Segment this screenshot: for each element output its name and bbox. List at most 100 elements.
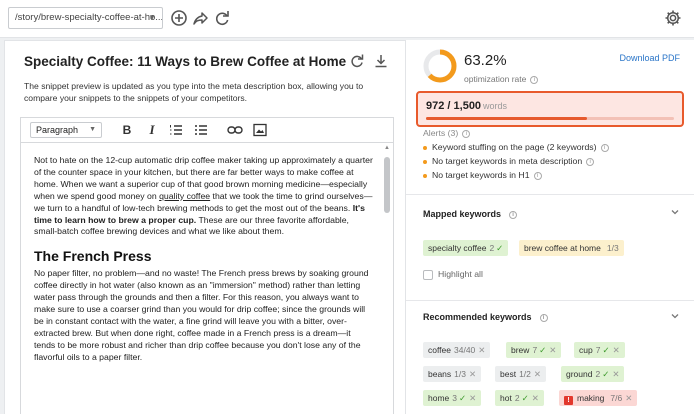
keyword-chip-specialty-coffee[interactable]: specialty coffee 2 ✓	[423, 240, 509, 256]
share-icon[interactable]	[192, 9, 210, 27]
alerts-header-text: Alerts (3)	[423, 128, 459, 138]
close-icon[interactable]: ✕	[534, 369, 541, 379]
optimization-percent: 63.2%	[464, 52, 507, 69]
keyword-chip-ground[interactable]: ground 2 ✓ ✕	[561, 366, 625, 382]
warning-dot-icon	[423, 145, 427, 150]
close-icon[interactable]: ✕	[478, 345, 485, 355]
scrollbar-thumb[interactable]	[384, 157, 390, 213]
keyword-text: ground	[566, 369, 593, 379]
keyword-chip-home[interactable]: home 3 ✓ ✕	[423, 390, 482, 406]
word-count-progress-fill	[426, 117, 587, 120]
keyword-chip-making[interactable]: ! making 7/6 ✕	[559, 390, 638, 406]
paragraph-style-label: Paragraph	[36, 125, 79, 135]
download-pdf-link[interactable]: Download PDF	[619, 53, 680, 63]
keyword-count: 7/6	[610, 393, 623, 403]
keyword-text: beans	[428, 369, 452, 379]
close-icon[interactable]: ✕	[612, 369, 619, 379]
score-ring	[423, 49, 457, 83]
close-icon[interactable]: ✕	[613, 345, 620, 355]
alerts-header[interactable]: Alerts (3) i	[423, 128, 471, 138]
close-icon[interactable]: ✕	[549, 345, 556, 355]
keyword-chip-brew[interactable]: brew 7 ✓ ✕	[506, 342, 562, 358]
keyword-count: 1/2	[519, 369, 531, 379]
info-icon[interactable]: i	[462, 129, 471, 138]
paragraph: Not to hate on the 12-cup automatic drip…	[34, 155, 374, 238]
keyword-count: 2	[514, 393, 520, 403]
optimization-rate-label: optimization rate i	[464, 74, 539, 84]
keyword-count: 2	[595, 369, 601, 379]
scroll-up-arrow-icon[interactable]: ▲	[384, 145, 390, 151]
checkbox[interactable]	[423, 269, 433, 280]
recommended-keywords-section: Recommended keywords i coffee 34/40 ✕ brew 7…	[406, 302, 694, 414]
seo-panel: 63.2% optimization rate i Download PDF 97…	[406, 40, 694, 414]
chevron-down-icon[interactable]	[670, 311, 680, 321]
keyword-chip-best[interactable]: best 1/2 ✕	[495, 366, 547, 382]
image-icon[interactable]	[253, 123, 267, 137]
bullet-list-icon[interactable]	[194, 123, 208, 137]
keyword-chip-brew-coffee-at-home[interactable]: brew coffee at home 1/3	[519, 240, 624, 256]
editor-panel: Specialty Coffee: 11 Ways to Brew Coffee…	[4, 40, 406, 414]
alert-text: No target keywords in meta description	[432, 156, 583, 166]
check-icon: ✓	[602, 369, 610, 379]
check-icon: ✓	[459, 393, 467, 403]
settings-icon[interactable]	[664, 9, 682, 27]
close-icon[interactable]: ✕	[625, 393, 632, 403]
ordered-list-icon[interactable]	[169, 123, 183, 137]
chevron-down-icon: ▼	[89, 126, 96, 133]
paragraph: No paper filter, no problem—and no waste…	[34, 268, 369, 362]
close-icon[interactable]: ✕	[469, 369, 476, 379]
download-icon[interactable]	[373, 53, 389, 69]
keyword-count: 1/3	[454, 369, 466, 379]
chevron-down-icon: ▼	[148, 13, 156, 22]
info-icon[interactable]: i	[586, 157, 595, 166]
warning-dot-icon	[423, 173, 427, 178]
page-title: Specialty Coffee: 11 Ways to Brew Coffee…	[24, 54, 347, 69]
alert-item: No target keywords in H1 i	[423, 170, 542, 180]
check-icon: ✓	[602, 345, 610, 355]
alert-item: No target keywords in meta description i	[423, 156, 595, 166]
keyword-chip-coffee[interactable]: coffee 34/40 ✕	[423, 342, 491, 358]
mapped-keywords-section: Mapped keywords i specialty coffee 2 ✓ brew…	[406, 196, 694, 301]
add-icon[interactable]	[170, 9, 188, 27]
info-icon[interactable]: i	[509, 210, 518, 219]
keyword-text: coffee	[428, 345, 452, 355]
close-icon[interactable]: ✕	[469, 393, 476, 403]
highlight-all-toggle[interactable]: Highlight all	[423, 269, 483, 280]
bold-icon[interactable]: B	[120, 123, 134, 137]
keyword-chip-hot[interactable]: hot 2 ✓ ✕	[495, 390, 544, 406]
words-label: words	[483, 101, 508, 111]
keyword-chip-beans[interactable]: beans 1/3 ✕	[423, 366, 482, 382]
keyword-count: 2	[489, 243, 495, 253]
refresh-icon[interactable]	[349, 53, 365, 69]
paragraph-style-select[interactable]: Paragraph ▼	[30, 122, 102, 138]
alert-text: Keyword stuffing on the page (2 keywords…	[432, 142, 597, 152]
link-icon[interactable]	[227, 123, 243, 137]
info-icon[interactable]: i	[530, 75, 539, 84]
word-count: 972 / 1,500	[426, 100, 482, 112]
article-body[interactable]: Not to hate on the 12-cup automatic drip…	[34, 155, 374, 376]
alert-text: No target keywords in H1	[432, 170, 530, 180]
mapped-keywords-title[interactable]: Mapped keywords i	[423, 209, 518, 219]
inline-link[interactable]: quality coffee	[159, 191, 210, 201]
info-icon[interactable]: i	[539, 313, 548, 322]
scrollbar[interactable]: ▲	[383, 145, 391, 414]
recommended-keywords-title[interactable]: Recommended keywords i	[423, 312, 548, 322]
info-icon[interactable]: i	[600, 143, 609, 152]
word-count-progress	[426, 117, 674, 120]
editor-content[interactable]: Not to hate on the 12-cup automatic drip…	[20, 142, 394, 414]
keyword-count: 1/3	[606, 243, 619, 253]
keyword-text: hot	[500, 393, 512, 403]
url-select[interactable]: /story/brew-specialty-coffee-at-ho... ▼	[8, 7, 163, 29]
keyword-chip-cup[interactable]: cup 7 ✓ ✕	[574, 342, 625, 358]
highlight-all-label: Highlight all	[438, 269, 483, 279]
section-title-text: Mapped keywords	[423, 209, 502, 219]
check-icon: ✓	[521, 393, 529, 403]
alert-item: Keyword stuffing on the page (2 keywords…	[423, 142, 609, 152]
section-title-text: Recommended keywords	[423, 312, 532, 322]
close-icon[interactable]: ✕	[532, 393, 539, 403]
keyword-text: brew coffee at home	[524, 243, 601, 253]
info-icon[interactable]: i	[533, 171, 542, 180]
chevron-down-icon[interactable]	[670, 207, 680, 217]
italic-icon[interactable]: I	[145, 123, 159, 137]
refresh-icon[interactable]	[213, 9, 231, 27]
